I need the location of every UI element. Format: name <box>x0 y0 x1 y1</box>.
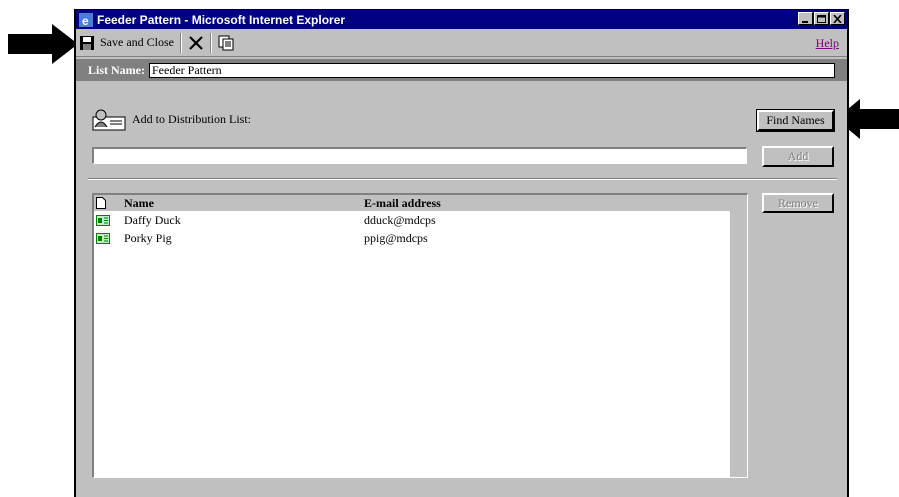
header-icon-column[interactable] <box>94 197 124 209</box>
member-email: dduck@mdcps <box>364 212 436 227</box>
member-row[interactable]: Daffy Duck dduck@mdcps <box>94 211 747 229</box>
members-list: Name E-mail address Daffy Duck dduck@mdc… <box>92 193 748 478</box>
delete-x-icon <box>189 35 203 50</box>
list-name-bar: List Name: Feeder Pattern <box>76 59 847 81</box>
add-to-distribution: Add to Distribution List: <box>92 107 251 131</box>
add-button[interactable]: Add <box>762 146 834 167</box>
members-list-scrollbar[interactable] <box>730 211 747 477</box>
minimize-icon <box>802 21 808 23</box>
add-to-distribution-label: Add to Distribution List: <box>132 111 252 126</box>
member-name: Porky Pig <box>124 230 172 245</box>
minimize-button[interactable] <box>798 12 813 25</box>
header-email[interactable]: E-mail address <box>364 196 664 211</box>
members-list-header: Name E-mail address <box>94 195 747 211</box>
close-window-button[interactable] <box>830 12 845 25</box>
maximize-button[interactable] <box>814 12 829 25</box>
ie-window: e Feeder Pattern - Microsoft Internet Ex… <box>74 9 849 497</box>
toolbar-separator <box>210 32 212 53</box>
contact-card-icon <box>96 232 110 244</box>
member-name: Daffy Duck <box>124 212 181 227</box>
document-icon <box>96 197 106 209</box>
toolbar-separator <box>180 32 182 53</box>
help-link[interactable]: Help <box>816 36 839 51</box>
address-book-icon[interactable] <box>92 107 126 131</box>
list-name-label: List Name: <box>88 62 145 77</box>
contact-card-icon <box>96 214 110 226</box>
remove-button[interactable]: Remove <box>762 193 834 213</box>
member-row[interactable]: Porky Pig ppig@mdcps <box>94 229 747 247</box>
section-divider <box>88 178 837 180</box>
save-and-close-button[interactable]: Save and Close <box>76 31 178 55</box>
maximize-icon <box>817 15 826 23</box>
header-name[interactable]: Name <box>124 196 364 211</box>
member-email: ppig@mdcps <box>364 230 428 245</box>
annotation-arrow-right-icon <box>8 24 78 64</box>
window-title: Feeder Pattern - Microsoft Internet Expl… <box>97 12 346 27</box>
delete-button[interactable] <box>184 31 208 55</box>
add-member-input[interactable] <box>92 147 747 164</box>
close-icon <box>833 15 842 23</box>
find-names-button[interactable]: Find Names <box>756 109 835 132</box>
properties-icon <box>218 35 234 50</box>
floppy-disk-icon <box>80 35 94 50</box>
list-name-input[interactable]: Feeder Pattern <box>149 62 835 78</box>
internet-explorer-icon: e <box>79 12 93 27</box>
title-bar[interactable]: e Feeder Pattern - Microsoft Internet Ex… <box>76 10 847 29</box>
toolbar: Save and Close Help <box>76 29 847 57</box>
svg-text:e: e <box>82 14 89 27</box>
properties-button[interactable] <box>214 31 238 55</box>
save-and-close-label: Save and Close <box>100 35 174 49</box>
